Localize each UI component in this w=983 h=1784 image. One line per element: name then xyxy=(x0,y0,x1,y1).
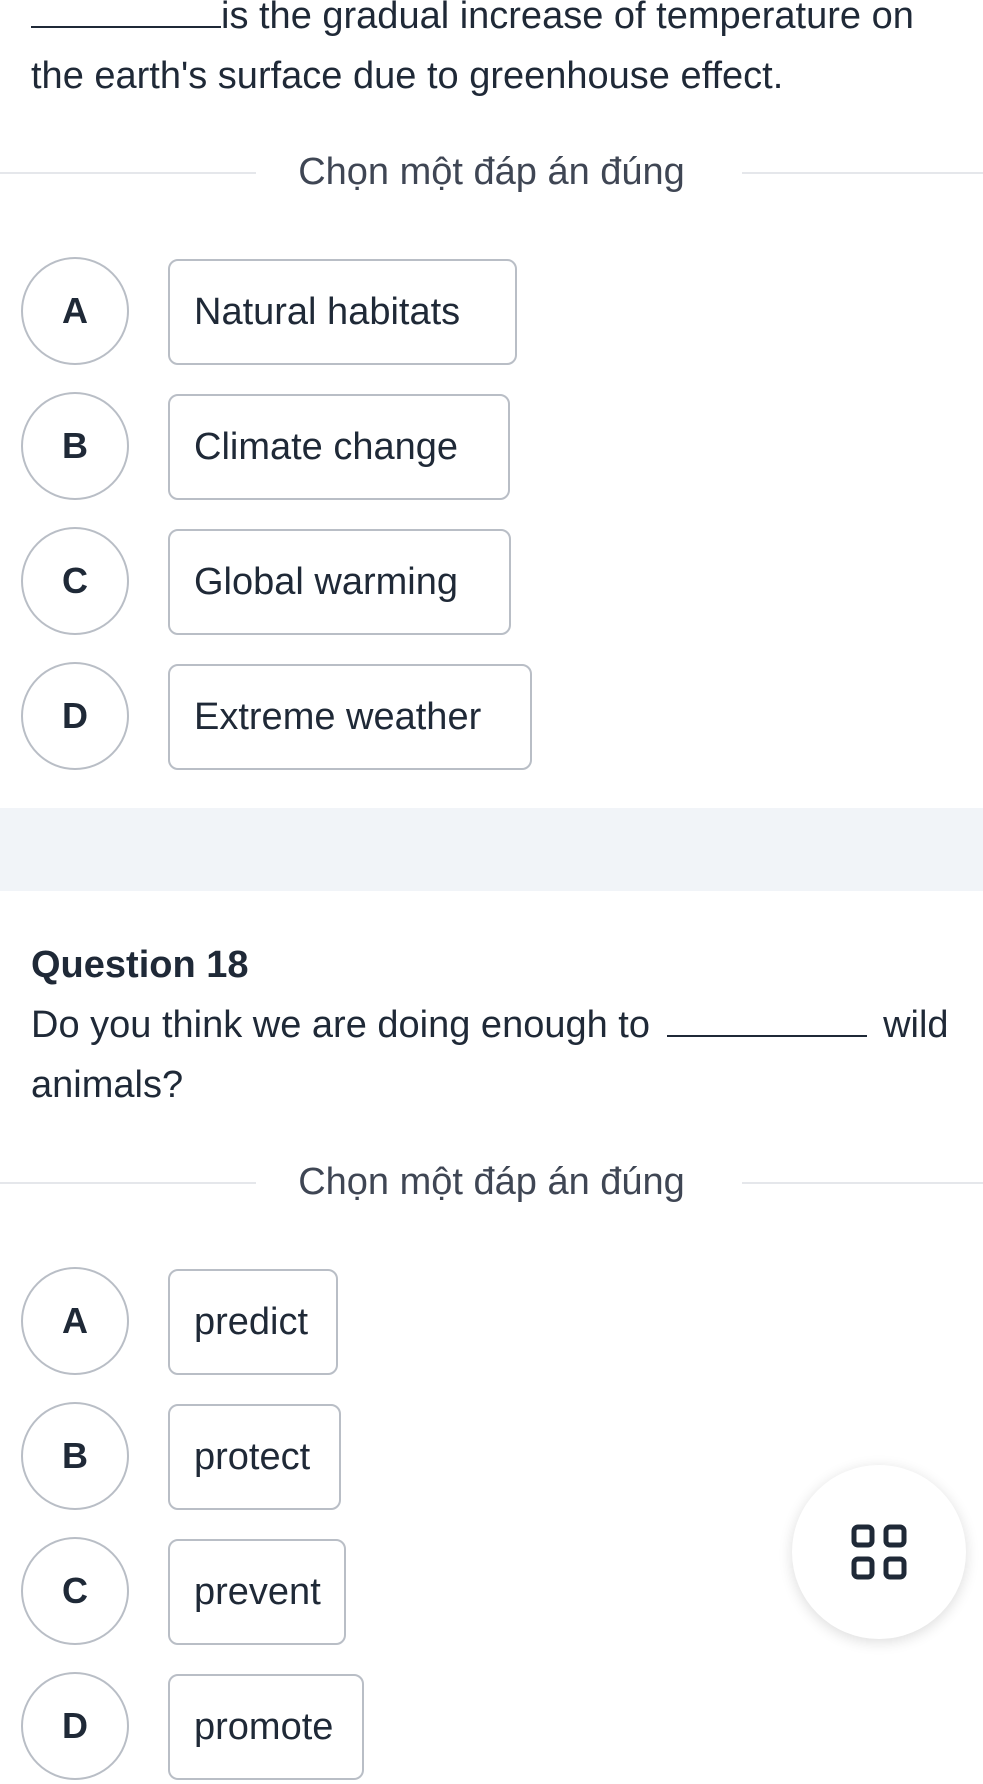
instruction-divider: Chọn một đáp án đúng xyxy=(0,150,983,194)
option-letter: B xyxy=(21,392,129,500)
option-label: prevent xyxy=(168,1539,346,1645)
divider-line-right xyxy=(742,1182,983,1184)
option-letter: B xyxy=(21,1402,129,1510)
option-label: Global warming xyxy=(168,529,511,635)
question-18-text: Do you think we are doing enough to wild… xyxy=(31,995,971,1115)
option-label: Climate change xyxy=(168,394,510,500)
grid-icon xyxy=(851,1524,907,1580)
question-17-text-line1: is the gradual increase of temperature o… xyxy=(221,0,914,37)
option-label: predict xyxy=(168,1269,338,1375)
question-grid-button[interactable] xyxy=(792,1465,966,1639)
option-letter: A xyxy=(21,1267,129,1375)
option-label: promote xyxy=(168,1674,364,1780)
option-letter: C xyxy=(21,527,129,635)
option-letter: D xyxy=(21,1672,129,1780)
question-17-text: is the gradual increase of temperature o… xyxy=(31,0,971,106)
option-label: Natural habitats xyxy=(168,259,517,365)
answer-blank xyxy=(666,999,867,1037)
option-letter: A xyxy=(21,257,129,365)
section-separator xyxy=(0,808,983,891)
answer-blank xyxy=(31,0,221,28)
question-title: Question 18 xyxy=(31,944,249,986)
divider-line-right xyxy=(742,172,983,174)
question-18-text-before: Do you think we are doing enough to xyxy=(31,1004,650,1046)
option-letter: C xyxy=(21,1537,129,1645)
question-18-text-after: wild xyxy=(883,1004,949,1046)
question-18-text-line2: animals? xyxy=(31,1064,184,1106)
option-letter: D xyxy=(21,662,129,770)
option-label: Extreme weather xyxy=(168,664,532,770)
instruction-divider: Chọn một đáp án đúng xyxy=(0,1160,983,1204)
option-label: protect xyxy=(168,1404,341,1510)
question-17-text-line2: the earth's surface due to greenhouse ef… xyxy=(31,55,784,97)
